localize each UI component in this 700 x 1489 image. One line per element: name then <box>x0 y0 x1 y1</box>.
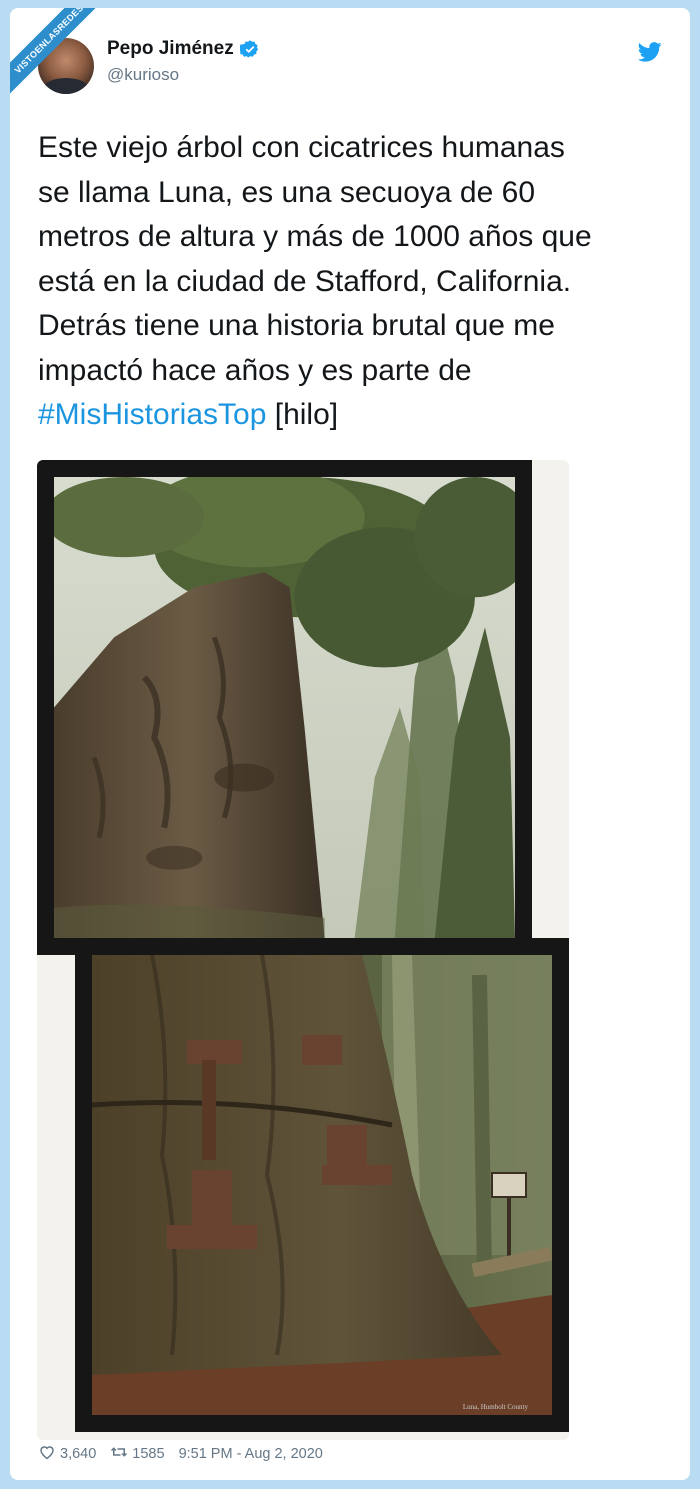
tweet-text-line: se llama Luna, es una secuoya de 60 <box>38 175 536 209</box>
tweet-text-suffix: [hilo] <box>266 398 339 431</box>
photo-caption: Luna, Humbolt County <box>462 1403 528 1411</box>
tweet-text-last-line: #MisHistoriasTop [hilo] <box>38 393 658 438</box>
author-name[interactable]: Pepo Jiménez <box>107 38 234 60</box>
tweet-text-line: impactó hace años y es parte de <box>38 353 472 387</box>
hashtag-link[interactable]: #MisHistoriasTop <box>38 398 266 431</box>
tweet-media[interactable]: Luna, Humbolt County <box>37 460 569 1440</box>
tweet-card: VISTOENLASREDES Pepo Jiménez @kurioso Es… <box>10 8 690 1480</box>
verified-badge-icon <box>238 39 260 59</box>
tweet-text-line: está en la ciudad de Stafford, Californi… <box>38 264 572 298</box>
tweet-text-line: metros de altura y más de 1000 años que <box>38 220 592 253</box>
redwood-photo-bottom[interactable]: Luna, Humbolt County <box>75 938 569 1432</box>
retweet-count: 1585 <box>132 1446 165 1462</box>
tweet-footer: 3,640 1585 9:51 PM - Aug 2, 2020 <box>38 1443 337 1465</box>
redwood-photo-top[interactable] <box>37 460 532 955</box>
tweet-text-line: Este viejo árbol con cicatrices humanas <box>38 131 565 164</box>
tweet-text: Este viejo árbol con cicatrices humanas … <box>38 126 658 438</box>
retweet-action[interactable]: 1585 <box>110 1443 165 1465</box>
tweet-timestamp[interactable]: 9:51 PM - Aug 2, 2020 <box>179 1446 323 1462</box>
author-name-row[interactable]: Pepo Jiménez <box>107 38 260 60</box>
twitter-bird-icon[interactable] <box>637 42 662 62</box>
author-handle[interactable]: @kurioso <box>107 65 179 85</box>
like-count: 3,640 <box>60 1446 97 1462</box>
tweet-text-line: Detrás tiene una historia brutal que me <box>38 309 555 342</box>
heart-icon[interactable] <box>38 1443 56 1465</box>
like-action[interactable]: 3,640 <box>38 1443 96 1465</box>
retweet-icon[interactable] <box>110 1443 128 1465</box>
